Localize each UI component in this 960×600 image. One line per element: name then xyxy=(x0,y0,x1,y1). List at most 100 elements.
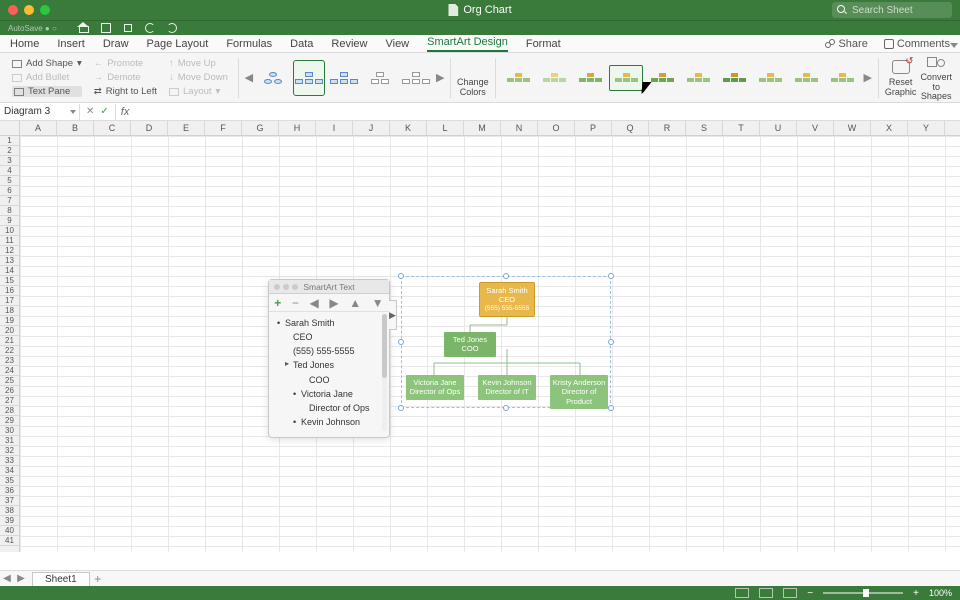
text-pane-button[interactable]: Text Pane xyxy=(12,86,82,97)
layout-option-3[interactable] xyxy=(329,60,361,96)
text-pane-header[interactable]: SmartArt Text xyxy=(269,280,389,294)
column-header[interactable]: H xyxy=(279,121,316,135)
right-to-left-button[interactable]: ⇄ Right to Left xyxy=(94,86,157,97)
indent-icon[interactable]: ▶ xyxy=(329,297,338,309)
view-normal-icon[interactable] xyxy=(735,588,749,598)
redo-icon[interactable] xyxy=(166,22,178,34)
row-header[interactable]: 10 xyxy=(0,226,19,236)
sheet-prev-icon[interactable]: ◀ xyxy=(0,573,14,584)
column-header[interactable]: B xyxy=(57,121,94,135)
zoom-in-icon[interactable]: + xyxy=(913,588,919,599)
view-page-break-icon[interactable] xyxy=(783,588,797,598)
row-header[interactable]: 9 xyxy=(0,216,19,226)
column-header[interactable]: K xyxy=(390,121,427,135)
column-header[interactable]: S xyxy=(686,121,723,135)
text-pane-item[interactable]: Victoria Jane xyxy=(275,387,383,401)
zoom-percent[interactable]: 100% xyxy=(929,588,952,598)
layout-option-5[interactable] xyxy=(400,60,432,96)
row-header[interactable]: 33 xyxy=(0,456,19,466)
row-header[interactable]: 30 xyxy=(0,426,19,436)
column-header[interactable]: E xyxy=(168,121,205,135)
search-input[interactable] xyxy=(832,2,952,18)
row-header[interactable]: 26 xyxy=(0,386,19,396)
name-box[interactable]: Diagram 3 xyxy=(0,104,80,120)
text-pane-item[interactable]: COO xyxy=(275,373,383,387)
style-option[interactable] xyxy=(645,65,679,91)
row-header[interactable]: 31 xyxy=(0,436,19,446)
column-header[interactable]: I xyxy=(316,121,353,135)
chevron-down-icon[interactable] xyxy=(70,110,76,114)
move-down-icon[interactable]: ▼ xyxy=(372,297,384,309)
layouts-prev-icon[interactable]: ◀ xyxy=(245,60,253,96)
column-header[interactable]: U xyxy=(760,121,797,135)
row-header[interactable]: 13 xyxy=(0,256,19,266)
row-header[interactable]: 21 xyxy=(0,336,19,346)
layout-option-4[interactable] xyxy=(364,60,396,96)
row-header[interactable]: 34 xyxy=(0,466,19,476)
text-pane-item[interactable]: Sarah Smith xyxy=(275,316,383,330)
tab-format[interactable]: Format xyxy=(526,38,561,52)
move-up-icon[interactable]: ▲ xyxy=(349,297,361,309)
view-page-layout-icon[interactable] xyxy=(759,588,773,598)
home-icon[interactable] xyxy=(78,22,90,34)
column-header[interactable]: W xyxy=(834,121,871,135)
scrollbar[interactable] xyxy=(382,314,387,431)
column-header[interactable]: G xyxy=(242,121,279,135)
sheet-tab-active[interactable]: Sheet1 xyxy=(32,572,90,586)
cells-area[interactable]: SmartArt Text + − ◀ ▶ ▲ ▼ Sarah SmithCEO… xyxy=(20,136,960,552)
row-header[interactable]: 37 xyxy=(0,496,19,506)
tab-smartart-design[interactable]: SmartArt Design xyxy=(427,36,508,52)
layout-option-1[interactable] xyxy=(257,60,289,96)
tab-draw[interactable]: Draw xyxy=(103,38,129,52)
row-header[interactable]: 8 xyxy=(0,206,19,216)
text-pane-item[interactable]: Kevin Johnson xyxy=(275,415,383,429)
comments-button[interactable]: Comments xyxy=(884,38,950,50)
collapse-text-pane-icon[interactable]: ▶ xyxy=(389,300,397,330)
add-shape-button[interactable]: Add Shape ▾ xyxy=(12,58,82,69)
column-header[interactable]: X xyxy=(871,121,908,135)
layouts-next-icon[interactable]: ▶ xyxy=(436,60,444,96)
org-node-ceo[interactable]: Sarah Smith CEO (555) 555-5555 xyxy=(480,283,534,316)
remove-item-icon[interactable]: − xyxy=(292,297,299,309)
column-header[interactable]: J xyxy=(353,121,390,135)
maximize-icon[interactable] xyxy=(40,5,50,15)
tab-home[interactable]: Home xyxy=(10,38,39,52)
text-pane-list[interactable]: Sarah SmithCEO(555) 555-5555Ted JonesCOO… xyxy=(269,312,389,437)
row-header[interactable]: 6 xyxy=(0,186,19,196)
formula-cancel-icon[interactable]: ✕ xyxy=(86,106,94,117)
column-header[interactable]: L xyxy=(427,121,464,135)
fx-icon[interactable]: fx xyxy=(116,106,135,118)
row-header[interactable]: 16 xyxy=(0,286,19,296)
smartart-canvas[interactable]: Sarah Smith CEO (555) 555-5555 Ted Jones… xyxy=(401,276,611,408)
column-header[interactable]: C xyxy=(94,121,131,135)
smartart-text-pane[interactable]: SmartArt Text + − ◀ ▶ ▲ ▼ Sarah SmithCEO… xyxy=(268,279,390,438)
row-header[interactable]: 11 xyxy=(0,236,19,246)
row-header[interactable]: 32 xyxy=(0,446,19,456)
column-header[interactable]: R xyxy=(649,121,686,135)
styles-more-icon[interactable]: ▶ xyxy=(863,71,872,84)
sheet-next-icon[interactable]: ▶ xyxy=(14,573,28,584)
org-node-director-1[interactable]: Victoria Jane Director of Ops xyxy=(406,375,464,400)
row-header[interactable]: 38 xyxy=(0,506,19,516)
outdent-icon[interactable]: ◀ xyxy=(310,297,319,309)
row-header[interactable]: 15 xyxy=(0,276,19,286)
row-header[interactable]: 27 xyxy=(0,396,19,406)
row-header[interactable]: 12 xyxy=(0,246,19,256)
tab-review[interactable]: Review xyxy=(331,38,367,52)
spreadsheet-grid[interactable]: ABCDEFGHIJKLMNOPQRSTUVWXY 12345678910111… xyxy=(0,121,960,552)
tab-data[interactable]: Data xyxy=(290,38,313,52)
tab-page-layout[interactable]: Page Layout xyxy=(147,38,209,52)
search-field[interactable] xyxy=(832,2,952,18)
style-option[interactable] xyxy=(789,65,823,91)
formula-confirm-icon[interactable]: ✓ xyxy=(100,106,108,117)
zoom-slider[interactable] xyxy=(823,592,903,594)
convert-to-shapes-button[interactable]: Convert to Shapes xyxy=(920,53,952,103)
undo-icon[interactable] xyxy=(144,22,156,34)
add-item-icon[interactable]: + xyxy=(274,297,281,309)
column-header[interactable]: M xyxy=(464,121,501,135)
formula-input[interactable] xyxy=(134,104,960,120)
row-header[interactable]: 22 xyxy=(0,346,19,356)
row-header[interactable]: 2 xyxy=(0,146,19,156)
select-all-corner[interactable] xyxy=(0,121,20,135)
layout-option-2[interactable] xyxy=(293,60,325,96)
